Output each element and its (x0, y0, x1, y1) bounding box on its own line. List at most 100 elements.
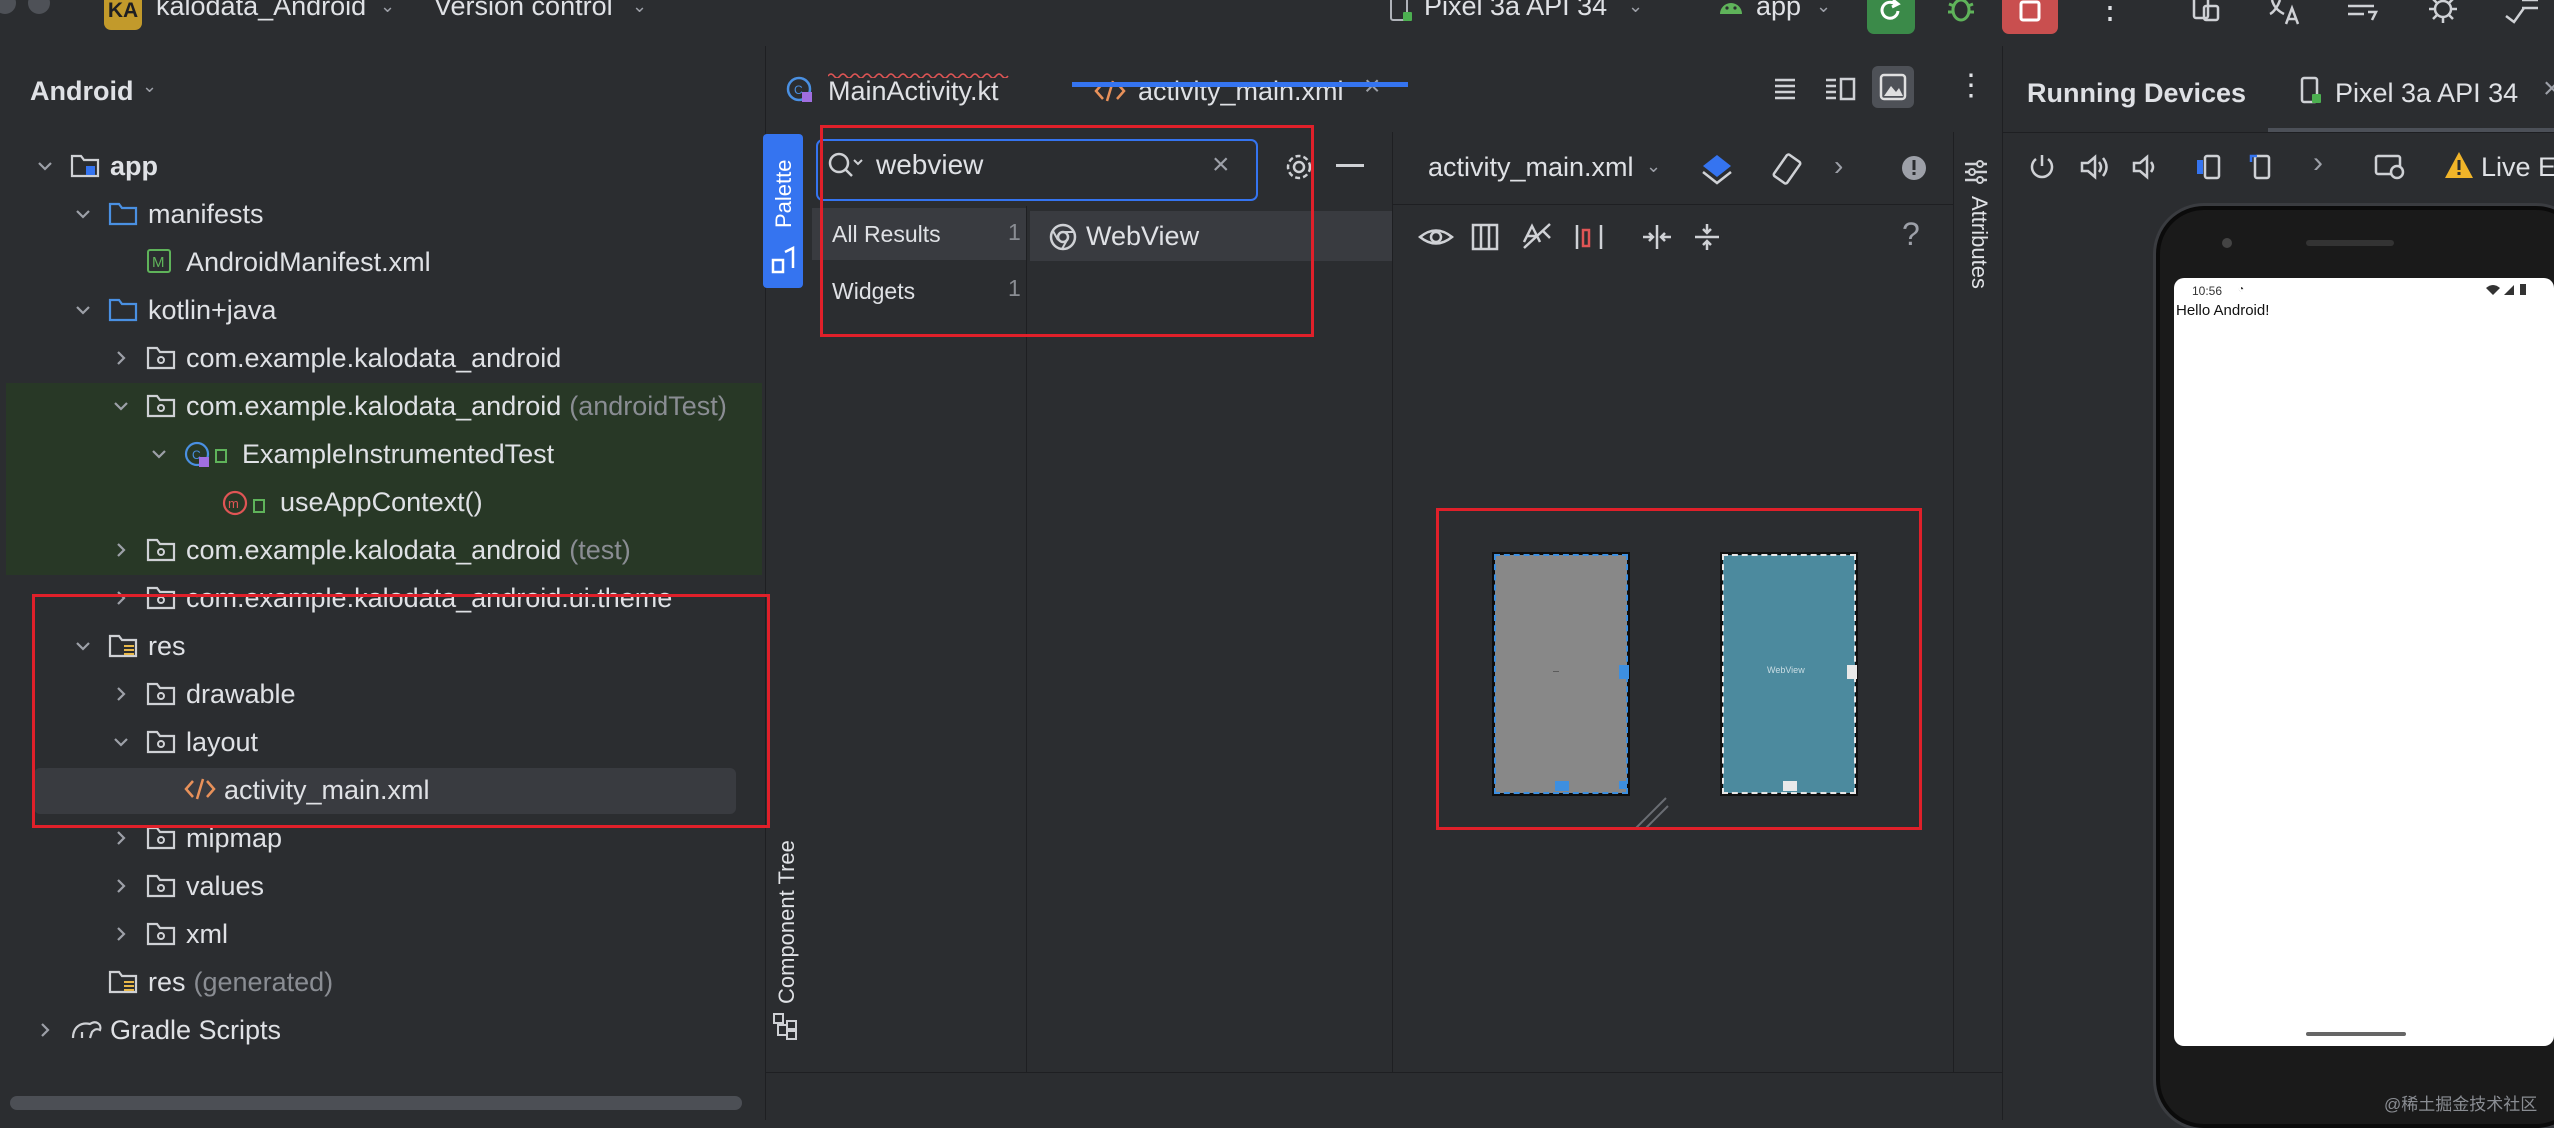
chevron-down-icon[interactable]: ⌄ (1816, 0, 1831, 17)
gradle-icon (70, 1016, 104, 1042)
close-tab-icon[interactable]: × (2543, 72, 2554, 106)
more-icon[interactable]: ⋮ (2094, 0, 2126, 26)
rerun-button[interactable] (1867, 0, 1915, 34)
translate-icon[interactable] (2266, 0, 2302, 26)
annotation-box-layout-file (32, 594, 770, 828)
tree-item[interactable]: res (generated) (0, 958, 762, 1006)
columns-icon[interactable] (1470, 222, 1500, 252)
stop-button[interactable] (2002, 0, 2058, 34)
help-icon[interactable]: ? (1902, 216, 1920, 253)
warning-info-icon[interactable] (1900, 154, 1928, 182)
chevron-down-icon[interactable]: ⌄ (142, 76, 157, 97)
chevron-down-icon[interactable] (110, 395, 132, 417)
tree-item-label: Gradle Scripts (110, 1015, 282, 1045)
split-view-icon[interactable] (1824, 76, 1856, 102)
tree-item[interactable]: com.example.kalodata_android (0, 334, 762, 382)
module-icon (70, 152, 100, 178)
device-selector[interactable]: Pixel 3a API 34 (1424, 0, 1607, 22)
attributes-icon[interactable] (1962, 158, 1990, 186)
chevron-down-icon[interactable]: ⌄ (1628, 0, 1643, 17)
tree-item[interactable]: kotlin+java (0, 286, 762, 334)
screen-record-icon[interactable] (2373, 152, 2407, 182)
design-view-button[interactable] (1872, 66, 1914, 108)
chevron-right-icon[interactable] (110, 875, 132, 897)
tree-item[interactable]: m useAppContext() (0, 478, 762, 526)
eye-icon[interactable] (1418, 222, 1454, 252)
volume-down-icon[interactable] (2131, 152, 2161, 182)
layout-file-selector[interactable]: activity_main.xml (1428, 152, 1634, 183)
editor-bottom-bar (766, 1072, 2002, 1121)
layers-icon[interactable] (1700, 152, 1734, 186)
chevron-down-icon[interactable] (72, 299, 94, 321)
chevron-right-icon[interactable]: › (2313, 146, 2323, 180)
power-icon[interactable] (2027, 152, 2057, 182)
settings-bug-icon[interactable] (2426, 0, 2462, 26)
window-minimize-dot[interactable] (28, 0, 50, 14)
pack-horizontal-icon[interactable] (1640, 222, 1674, 252)
chevron-down-icon[interactable]: ⌄ (1646, 156, 1661, 177)
package-icon (146, 920, 176, 946)
device-icon (2299, 76, 2323, 106)
run-config-selector[interactable]: app (1756, 0, 1801, 22)
horizontal-scrollbar[interactable] (10, 1096, 742, 1110)
tree-item-label: values (186, 871, 265, 901)
palette-tab[interactable]: Palette (763, 134, 803, 288)
chevron-right-icon[interactable] (110, 827, 132, 849)
component-tree-tab[interactable]: Component Tree (774, 840, 800, 1004)
tree-item-label: com.example.kalodata_android (186, 343, 562, 373)
tree-item[interactable]: M AndroidManifest.xml (0, 238, 762, 286)
pack-vertical-icon[interactable] (1692, 222, 1722, 252)
orientation-icon[interactable] (1770, 152, 1804, 186)
volume-up-icon[interactable] (2079, 152, 2111, 182)
gesture-bar[interactable] (2306, 1032, 2406, 1036)
tree-item[interactable]: com.example.kalodata_android (androidTest… (0, 382, 762, 430)
chevron-down-icon[interactable]: ⌄ (380, 0, 395, 17)
rotate-left-icon[interactable] (2195, 152, 2227, 182)
window-close-dot[interactable] (0, 0, 16, 14)
project-name[interactable]: kalodata_Android (156, 0, 366, 22)
chevron-right-icon[interactable] (110, 539, 132, 561)
more-icon[interactable]: ⋮ (1956, 68, 1986, 103)
logcat-icon[interactable] (2344, 0, 2380, 24)
chevron-down-icon[interactable] (72, 203, 94, 225)
palette-icon (771, 246, 795, 274)
live-edit-label[interactable]: Live Ed (2481, 152, 2554, 183)
align-icon[interactable] (1574, 222, 1604, 252)
tree-item[interactable]: app (0, 142, 762, 190)
chevron-down-icon[interactable]: ⌄ (632, 0, 647, 17)
component-tree-icon[interactable] (772, 1012, 800, 1040)
minimize-icon[interactable] (1336, 164, 1364, 167)
constraints-off-icon[interactable] (1520, 222, 1554, 252)
chevron-right-icon[interactable] (110, 923, 132, 945)
tree-item-label: com.example.kalodata_android (186, 535, 562, 565)
tree-item[interactable]: values (0, 862, 762, 910)
project-badge[interactable]: KA (104, 0, 142, 30)
code-view-icon[interactable] (1771, 76, 1799, 102)
chevron-right-icon[interactable] (110, 347, 132, 369)
folder-blue-icon (108, 200, 138, 226)
device-manager-icon[interactable] (2188, 0, 2222, 24)
rotate-right-icon[interactable] (2247, 152, 2279, 182)
debug-icon[interactable] (1944, 0, 1978, 26)
tree-item[interactable]: xml (0, 910, 762, 958)
tree-item[interactable]: manifests (0, 190, 762, 238)
phone-screen[interactable]: 10:56 ◔ Hello Android! (2174, 278, 2554, 1046)
vcs-menu[interactable]: Version control (434, 0, 613, 22)
chevron-right-icon[interactable] (34, 1019, 56, 1041)
test-class-icon: C (184, 440, 234, 467)
device-tab[interactable]: Pixel 3a API 34 (2335, 78, 2518, 109)
chevron-right-icon[interactable]: › (1834, 150, 1843, 182)
tree-item[interactable]: com.example.kalodata_android (test) (0, 526, 762, 574)
attributes-tab[interactable]: Attributes (1966, 196, 1992, 289)
tree-item[interactable]: Gradle Scripts (0, 1006, 762, 1054)
tab-activity-main[interactable]: activity_main.xml (1138, 76, 1344, 107)
tab-mainactivity[interactable]: MainActivity.kt (828, 76, 999, 107)
tree-item[interactable]: C ExampleInstrumentedTest (0, 430, 762, 478)
chevron-down-icon[interactable] (148, 443, 170, 465)
annotation-box-design-preview (1436, 508, 1922, 830)
chevron-down-icon[interactable] (34, 155, 56, 177)
running-devices-title: Running Devices (2027, 78, 2247, 108)
check-icon[interactable] (2502, 0, 2542, 26)
app-hello-text: Hello Android! (2176, 302, 2270, 319)
project-view-selector[interactable]: Android (30, 76, 133, 107)
